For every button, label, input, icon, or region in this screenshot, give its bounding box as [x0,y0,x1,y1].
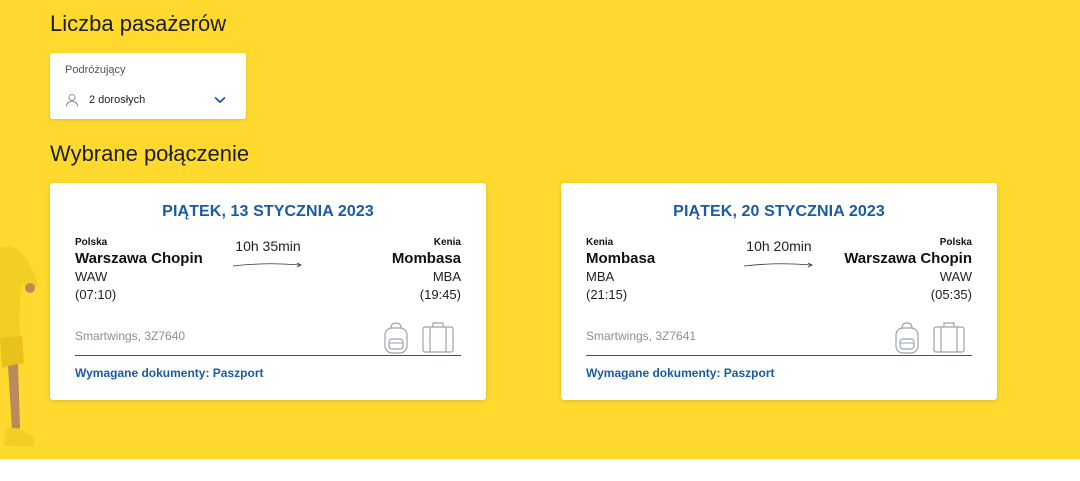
suitcase-icon [933,322,965,353]
mascot-person-illustration [0,246,38,446]
arrival-code: WAW [939,269,972,284]
departure-info: Polska Warszawa Chopin WAW (07:10) [75,237,255,302]
backpack-icon [895,322,919,354]
departure-time: (07:10) [75,287,117,302]
flight-date: PIĄTEK, 20 STYCZNIA 2023 [673,203,885,220]
arrival-country: Kenia [433,237,461,248]
airline-flight-number: Smartwings, 3Z7641 [586,329,697,343]
departure-country: Polska [75,237,108,248]
arrival-airport: Mombasa [391,250,461,267]
suitcase-icon [422,322,454,353]
flight-card-outbound: PIĄTEK, 13 STYCZNIA 2023 Polska Warszawa… [50,183,486,400]
passengers-value: 2 dorosłych [89,94,146,106]
chevron-down-icon[interactable] [214,96,226,104]
required-documents: Wymagane dokumenty: Paszport [586,366,775,380]
arrival-country: Polska [939,237,972,248]
arrival-airport: Warszawa Chopin [844,250,972,267]
departure-info: Kenia Mombasa MBA (21:15) [586,237,766,302]
flight-card-return: PIĄTEK, 20 STYCZNIA 2023 Kenia Mombasa M… [561,183,997,400]
arrival-time: (05:35) [930,287,972,302]
required-documents: Wymagane dokumenty: Paszport [75,366,264,380]
backpack-icon [384,322,408,354]
departure-code: MBA [586,269,615,284]
arrival-info: Kenia Mombasa MBA (19:45) [281,237,461,302]
card-divider [586,355,972,356]
airline-flight-number: Smartwings, 3Z7640 [75,329,186,343]
card-divider [75,355,461,356]
arrival-code: MBA [432,269,461,284]
passengers-field-label: Podróżujący [65,64,126,76]
passengers-heading: Liczba pasażerów [50,11,227,36]
departure-country: Kenia [586,237,614,248]
departure-airport: Warszawa Chopin [75,250,203,267]
arrival-time: (19:45) [419,287,461,302]
departure-airport: Mombasa [586,250,656,267]
passengers-select-row[interactable]: 2 dorosłych [65,91,231,109]
user-icon [66,94,78,107]
passengers-dropdown[interactable]: Podróżujący 2 dorosłych [50,53,246,119]
connection-heading: Wybrane połączenie [50,141,250,166]
departure-code: WAW [75,269,108,284]
flight-date: PIĄTEK, 13 STYCZNIA 2023 [162,203,374,220]
departure-time: (21:15) [586,287,628,302]
arrival-info: Polska Warszawa Chopin WAW (05:35) [792,237,972,302]
